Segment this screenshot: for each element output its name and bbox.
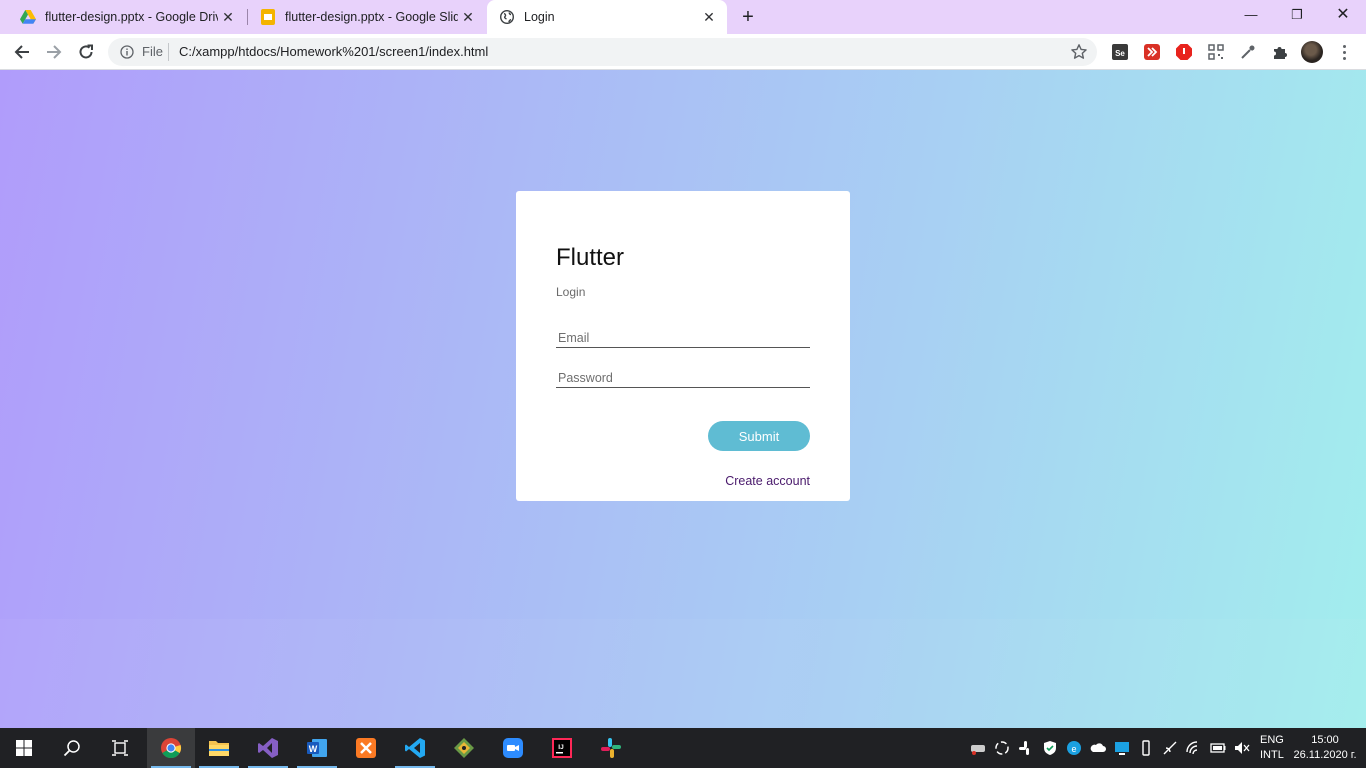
start-windows-icon[interactable] <box>0 728 48 768</box>
email-field[interactable] <box>556 328 810 348</box>
battery-icon[interactable] <box>1210 740 1226 756</box>
qr-code-icon[interactable] <box>1206 42 1226 62</box>
visual-studio-icon[interactable] <box>244 728 292 768</box>
wifi-icon[interactable] <box>1186 740 1202 756</box>
tab-title: Login <box>524 10 555 24</box>
clock-time: 15:00 <box>1311 734 1339 746</box>
xampp-icon[interactable] <box>342 728 390 768</box>
slack-icon[interactable] <box>587 728 635 768</box>
tab-title: flutter-design.pptx - Google Drive <box>45 10 218 24</box>
svg-text:W: W <box>309 744 318 754</box>
clock[interactable]: 15:00 26.11.2020 г. <box>1290 733 1360 763</box>
zoom-icon[interactable] <box>489 728 537 768</box>
restore-icon[interactable]: ❐ <box>1274 0 1320 30</box>
scheme-label: File <box>142 44 163 59</box>
adblock-icon[interactable] <box>1174 42 1194 62</box>
sync-icon[interactable] <box>994 740 1010 756</box>
url-text[interactable]: C:/xampp/htdocs/Homework%201/screen1/ind… <box>179 44 488 59</box>
new-tab-plus-icon[interactable]: + <box>736 5 760 29</box>
svg-text:IJ: IJ <box>558 744 564 751</box>
svg-text:Se: Se <box>1115 49 1125 58</box>
red-arrow-extension-icon[interactable] <box>1142 42 1162 62</box>
google-slides-icon <box>260 9 276 25</box>
eyedropper-icon[interactable] <box>1238 42 1258 62</box>
back-arrow-icon[interactable] <box>10 40 34 64</box>
tab-google-slides[interactable]: flutter-design.pptx - Google Slides ✕ <box>240 0 486 34</box>
monitor-icon[interactable] <box>1114 740 1130 756</box>
minimize-icon[interactable]: — <box>1228 0 1274 30</box>
vscode-icon[interactable] <box>391 728 439 768</box>
file-explorer-icon[interactable] <box>195 728 243 768</box>
close-icon[interactable]: ✕ <box>458 9 478 26</box>
tab-login[interactable]: Login ✕ <box>487 0 727 34</box>
satellite-icon[interactable] <box>1162 740 1178 756</box>
window-close-icon[interactable]: ✕ <box>1320 0 1366 30</box>
search-icon[interactable] <box>48 728 96 768</box>
selenium-ide-icon[interactable]: Se <box>1110 42 1130 62</box>
word-icon[interactable]: W <box>293 728 341 768</box>
card-subtitle: Login <box>556 285 586 299</box>
browser-menu-icon[interactable] <box>1336 42 1352 62</box>
language-bottom: INTL <box>1260 749 1284 761</box>
info-icon[interactable] <box>120 45 134 59</box>
submit-button[interactable]: Submit <box>708 421 810 451</box>
shield-icon[interactable] <box>1042 740 1058 756</box>
bookmark-star-icon[interactable] <box>1070 43 1088 61</box>
e-circle-icon[interactable]: e <box>1066 740 1082 756</box>
usb-icon[interactable] <box>1138 740 1154 756</box>
network-drive-icon[interactable] <box>970 740 986 756</box>
profile-avatar[interactable] <box>1301 41 1323 63</box>
puzzle-extensions-icon[interactable] <box>1270 42 1290 62</box>
git-kraken-icon[interactable] <box>440 728 488 768</box>
password-field[interactable] <box>556 368 810 388</box>
close-icon[interactable]: ✕ <box>699 9 719 26</box>
volume-muted-icon[interactable] <box>1234 740 1250 756</box>
language-top: ENG <box>1260 734 1284 746</box>
intellij-icon[interactable]: IJ <box>538 728 586 768</box>
slack-tray-icon[interactable] <box>1018 740 1034 756</box>
task-view-icon[interactable] <box>96 728 144 768</box>
forward-arrow-icon[interactable] <box>42 40 66 64</box>
globe-icon <box>499 9 515 25</box>
close-icon[interactable]: ✕ <box>218 9 238 26</box>
card-title: Flutter <box>556 244 625 271</box>
tab-google-drive[interactable]: flutter-design.pptx - Google Drive ✕ <box>0 0 246 34</box>
cloud-icon[interactable] <box>1090 740 1106 756</box>
clock-date: 26.11.2020 г. <box>1293 749 1357 761</box>
reload-icon[interactable] <box>74 40 98 64</box>
create-account-link[interactable]: Create account <box>680 474 810 488</box>
language-indicator[interactable]: ENG INTL <box>1260 733 1284 763</box>
svg-text:e: e <box>1071 744 1076 754</box>
tab-title: flutter-design.pptx - Google Slides <box>285 10 458 24</box>
omnibox-divider <box>168 43 169 61</box>
chrome-icon[interactable] <box>147 728 195 768</box>
google-drive-icon <box>20 9 36 25</box>
